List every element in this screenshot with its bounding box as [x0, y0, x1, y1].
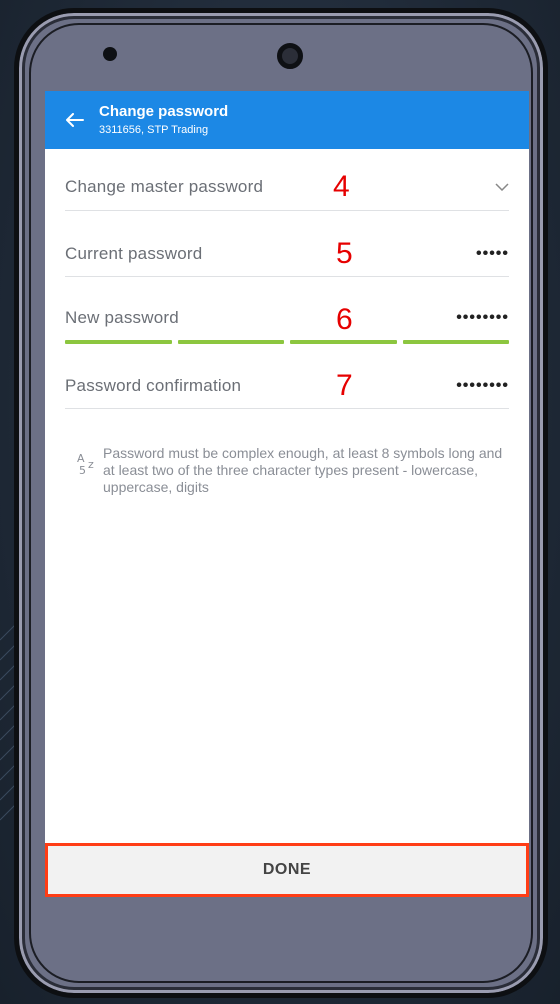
app-screen: Change password 3311656, STP Trading Cha…	[45, 91, 529, 897]
done-label: DONE	[262, 861, 312, 878]
strength-segment	[65, 340, 172, 344]
account-subtitle: 3311656, STP Trading	[99, 124, 209, 136]
done-button[interactable]: DONE	[45, 843, 529, 897]
page-title: Change password	[99, 103, 229, 120]
password-confirmation-value: ••••••••	[456, 376, 509, 394]
az-icon: A z 5	[75, 445, 103, 496]
strength-segment	[290, 340, 397, 344]
password-confirmation-label: Password confirmation	[65, 375, 242, 395]
app-bar: Change password 3311656, STP Trading	[45, 91, 529, 149]
annotation-6: 6	[336, 303, 353, 336]
front-camera	[277, 43, 303, 69]
master-password-label: Change master password	[65, 176, 264, 196]
password-hint: A z 5 Password must be complex enough, a…	[75, 445, 505, 496]
back-arrow-icon[interactable]	[65, 110, 85, 130]
strength-segment	[177, 340, 284, 344]
svg-text:5: 5	[79, 464, 86, 477]
annotation-7: 7	[336, 369, 353, 402]
annotation-4: 4	[333, 170, 350, 203]
current-password-field[interactable]: Current password •••••	[65, 231, 509, 277]
new-password-value: ••••••••	[456, 309, 509, 326]
app-bar-titles: Change password 3311656, STP Trading	[99, 103, 228, 137]
password-confirmation-field[interactable]: Password confirmation ••••••••	[65, 363, 509, 409]
strength-segment	[402, 340, 509, 344]
current-password-label: Current password	[65, 243, 203, 263]
chevron-down-icon	[495, 182, 509, 191]
new-password-label: New password	[65, 308, 179, 327]
password-strength-meter	[65, 340, 509, 344]
new-password-field[interactable]: New password ••••••••	[65, 295, 509, 341]
change-master-password-select[interactable]: Change master password	[65, 163, 509, 211]
hint-text: Password must be complex enough, at leas…	[103, 445, 503, 495]
proximity-sensor	[103, 47, 117, 61]
current-password-value: •••••	[475, 244, 509, 262]
annotation-5: 5	[336, 237, 353, 270]
svg-text:z: z	[88, 458, 94, 471]
